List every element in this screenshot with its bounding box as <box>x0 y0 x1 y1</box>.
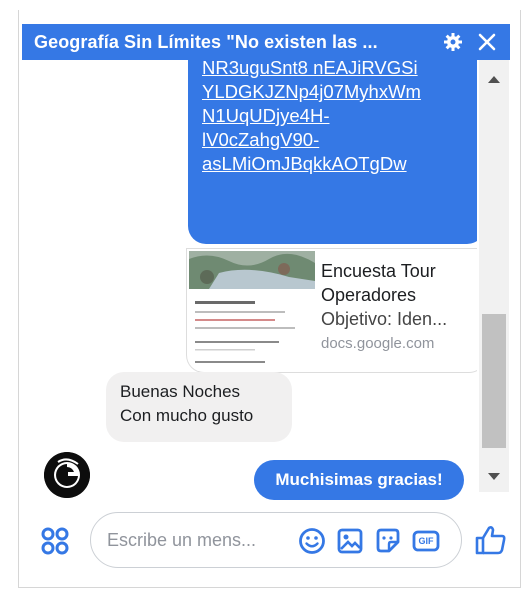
conversation-title[interactable]: Geografía Sin Límites "No existen las ..… <box>34 32 430 53</box>
scroll-down-arrow-icon[interactable] <box>479 472 509 486</box>
link-preview-description: Objetivo: Iden... <box>321 309 448 329</box>
link-preview-thumbnail <box>189 251 315 371</box>
link-preview-title[interactable]: Operadores <box>321 283 477 307</box>
message-list[interactable]: NR3uguSnt8 nEAJiRVGSi YLDGKJZNp4j07MyhxW… <box>22 60 477 508</box>
scrollbar-thumb[interactable] <box>482 314 506 448</box>
link-preview-text[interactable]: Encuesta Tour Operadores Objetivo: Iden.… <box>321 259 477 355</box>
sticker-icon[interactable] <box>373 526 403 556</box>
link-url-line[interactable]: asLMiOmJBqkkAOTgDw <box>202 152 471 176</box>
message-input-container[interactable]: GIF <box>90 512 462 568</box>
apps-icon[interactable] <box>40 526 70 556</box>
emoji-icon[interactable] <box>297 526 327 556</box>
link-preview-domain: docs.google.com <box>321 335 435 352</box>
link-url-line[interactable]: N1UqUDjye4H- <box>202 104 471 128</box>
scrollbar[interactable] <box>479 60 509 492</box>
image-icon[interactable] <box>335 526 365 556</box>
message-composer: GIF <box>22 510 512 570</box>
incoming-message-bubble[interactable]: Buenas Noches Con mucho gusto <box>106 372 292 442</box>
gear-icon[interactable] <box>442 31 464 53</box>
gif-label: GIF <box>418 536 434 546</box>
avatar[interactable] <box>44 452 90 498</box>
gif-icon[interactable]: GIF <box>411 526 441 556</box>
close-icon[interactable] <box>476 31 498 53</box>
incoming-message-line: Buenas Noches <box>120 382 241 401</box>
chat-header[interactable]: Geografía Sin Límites "No existen las ..… <box>22 24 510 60</box>
link-url-line[interactable]: lV0cZahgV90- <box>202 128 471 152</box>
incoming-message-line: Con mucho gusto <box>120 406 254 425</box>
link-preview-title[interactable]: Encuesta Tour <box>321 259 477 283</box>
message-input[interactable] <box>107 525 287 555</box>
outgoing-message-bubble[interactable]: Muchisimas gracias! <box>254 460 464 500</box>
link-url-line[interactable]: YLDGKJZNp4j07MyhxWm <box>202 80 471 104</box>
link-preview-card[interactable]: Encuesta Tour Operadores Objetivo: Iden.… <box>186 248 477 373</box>
link-url-line[interactable]: NR3uguSnt8 nEAJiRVGSi <box>202 60 471 80</box>
outgoing-link-bubble[interactable]: NR3uguSnt8 nEAJiRVGSi YLDGKJZNp4j07MyhxW… <box>188 60 477 244</box>
scroll-up-arrow-icon[interactable] <box>479 74 509 88</box>
like-icon[interactable] <box>474 524 508 556</box>
